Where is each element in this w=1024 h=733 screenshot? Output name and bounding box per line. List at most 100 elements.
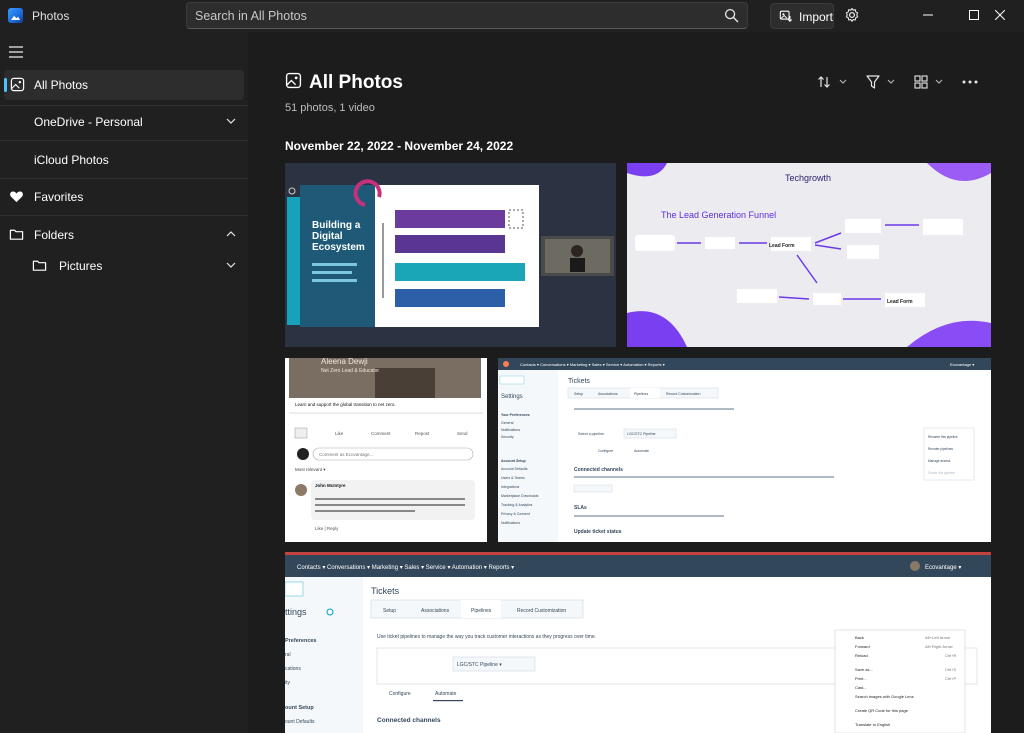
folder-icon <box>9 229 24 240</box>
svg-text:Rename this pipeline: Rename this pipeline <box>928 435 958 439</box>
sidebar-item-favorites[interactable]: Favorites <box>0 182 248 212</box>
chevron-up-icon[interactable] <box>226 229 236 239</box>
sidebar-item-onedrive[interactable]: OneDrive - Personal <box>0 107 248 137</box>
import-button[interactable]: Import <box>770 3 834 29</box>
chevron-down-icon[interactable] <box>226 116 236 126</box>
svg-text:Notifications: Notifications <box>501 521 520 525</box>
grid-view-icon <box>914 75 943 89</box>
sidebar-item-label: All Photos <box>34 78 89 92</box>
svg-text:Lead Form: Lead Form <box>769 243 795 249</box>
search-input[interactable]: Search in All Photos <box>186 2 748 29</box>
date-group-header: November 22, 2022 - November 24, 2022 <box>285 139 514 153</box>
svg-text:Reorder pipelines: Reorder pipelines <box>928 447 953 451</box>
title-bar: Photos Search in All Photos Import <box>0 0 1024 32</box>
filter-button[interactable] <box>866 74 898 90</box>
sidebar-item-label: iCloud Photos <box>34 153 109 167</box>
svg-text:Most relevant ▾: Most relevant ▾ <box>295 467 326 472</box>
search-placeholder: Search in All Photos <box>195 9 307 23</box>
svg-text:Configure: Configure <box>598 449 613 453</box>
svg-text:Setup: Setup <box>574 392 583 396</box>
svg-text:Save as...: Save as... <box>855 667 873 672</box>
svg-text:ount Defaults: ount Defaults <box>285 719 315 725</box>
more-icon <box>962 80 978 84</box>
svg-text:Account Defaults: Account Defaults <box>501 467 528 471</box>
app-title: Photos <box>32 9 70 23</box>
photo-thumbnail[interactable]: Contacts ▾ Conversations ▾ Marketing ▾ S… <box>285 552 991 733</box>
minimize-button[interactable] <box>906 0 952 32</box>
svg-text:Settings: Settings <box>501 394 523 400</box>
sidebar-item-folders[interactable]: Folders <box>0 220 248 250</box>
svg-text:LGC/STC Pipeline ▾: LGC/STC Pipeline ▾ <box>457 662 502 668</box>
sidebar: All Photos OneDrive - Personal iCloud Ph… <box>0 32 248 733</box>
svg-text:Back: Back <box>855 635 864 640</box>
sort-button[interactable] <box>818 74 850 90</box>
item-count: 51 photos, 1 video <box>285 102 375 114</box>
svg-text:Preferences: Preferences <box>285 638 317 644</box>
svg-text:Connected channels: Connected channels <box>377 717 441 724</box>
svg-text:Your Preferences: Your Preferences <box>501 413 530 417</box>
more-options-button[interactable] <box>962 74 978 90</box>
sidebar-item-icloud[interactable]: iCloud Photos <box>0 145 248 175</box>
close-icon <box>995 10 1005 20</box>
svg-text:Associations: Associations <box>421 608 450 614</box>
gear-icon[interactable] <box>844 7 860 23</box>
svg-text:Comment as Ecovantage...: Comment as Ecovantage... <box>319 452 373 457</box>
svg-text:Search images with Google Lens: Search images with Google Lens <box>855 694 914 699</box>
svg-text:Send: Send <box>457 431 468 436</box>
sort-icon <box>818 76 847 88</box>
svg-text:Alt+Left Arrow: Alt+Left Arrow <box>925 635 950 640</box>
svg-text:ral: ral <box>285 652 291 658</box>
photo-thumbnail[interactable]: Aleena Dewji Net Zero Lead & Educator Le… <box>285 358 487 542</box>
svg-text:Configure: Configure <box>389 691 411 697</box>
funnel-heading: The Lead Generation Funnel <box>661 210 776 220</box>
svg-text:Record Customization: Record Customization <box>666 392 700 396</box>
svg-text:ttings: ttings <box>285 607 307 617</box>
svg-text:Ctrl+R: Ctrl+R <box>945 653 957 658</box>
svg-text:Reload: Reload <box>855 653 868 658</box>
brand-logo: Techgrowth <box>785 173 831 183</box>
svg-text:Users & Teams: Users & Teams <box>501 476 525 480</box>
sidebar-item-pictures[interactable]: Pictures <box>0 251 248 281</box>
svg-text:Account Setup: Account Setup <box>501 459 526 463</box>
svg-text:Pipelines: Pipelines <box>471 608 492 614</box>
svg-text:Delete this pipeline: Delete this pipeline <box>928 471 955 475</box>
sidebar-divider <box>0 105 248 106</box>
svg-text:Ecovantage ▾: Ecovantage ▾ <box>950 362 974 367</box>
main-content: All Photos 51 photos, 1 video November 2… <box>248 32 1024 733</box>
sidebar-item-label: Folders <box>34 228 75 242</box>
svg-text:Notifications: Notifications <box>501 428 520 432</box>
svg-text:Create QR Code for this page: Create QR Code for this page <box>855 708 909 713</box>
svg-text:Select a pipeline:: Select a pipeline: <box>578 432 605 436</box>
photo-thumbnail[interactable]: Contacts ▾ Conversations ▾ Marketing ▾ S… <box>498 358 991 542</box>
svg-text:General: General <box>501 421 514 425</box>
svg-text:Forward: Forward <box>855 644 870 649</box>
filter-icon <box>866 75 895 89</box>
photo-icon <box>10 77 25 92</box>
svg-text:Tracking & Analytics: Tracking & Analytics <box>501 503 533 507</box>
svg-text:SLAs: SLAs <box>574 505 587 511</box>
svg-text:Setup: Setup <box>383 608 396 614</box>
photos-app-icon <box>8 8 23 23</box>
svg-text:Connected channels: Connected channels <box>574 467 623 473</box>
svg-text:Contacts ▾ Conversations ▾: Contacts ▾ Conversations ▾ Marketing ▾ S… <box>520 362 665 367</box>
chevron-down-icon[interactable] <box>226 260 236 270</box>
page-title: All Photos <box>309 72 403 93</box>
close-button[interactable] <box>978 0 1024 32</box>
svg-text:Ecovantage ▾: Ecovantage ▾ <box>925 565 961 571</box>
search-icon[interactable] <box>724 8 739 23</box>
photo-thumbnail[interactable]: Techgrowth The Lead Generation Funnel Le… <box>627 163 991 347</box>
view-layout-button[interactable] <box>914 74 946 90</box>
svg-text:Translate to English: Translate to English <box>855 722 890 727</box>
hamburger-menu-icon[interactable] <box>9 46 23 58</box>
sidebar-divider <box>0 178 248 179</box>
heart-icon <box>10 191 23 203</box>
svg-text:Tickets: Tickets <box>371 586 400 596</box>
sidebar-item-all-photos[interactable]: All Photos <box>4 70 244 100</box>
svg-text:Automate: Automate <box>435 691 457 697</box>
sidebar-item-label: Pictures <box>59 259 103 273</box>
svg-text:Cast...: Cast... <box>855 685 867 690</box>
crm-settings-screenshot: Contacts ▾ Conversations ▾ Marketing ▾ S… <box>498 358 991 542</box>
photo-thumbnail[interactable]: Building a Digital Ecosystem <box>285 163 616 347</box>
svg-text:Integrations: Integrations <box>501 485 520 489</box>
svg-text:Lead Form: Lead Form <box>887 299 913 305</box>
